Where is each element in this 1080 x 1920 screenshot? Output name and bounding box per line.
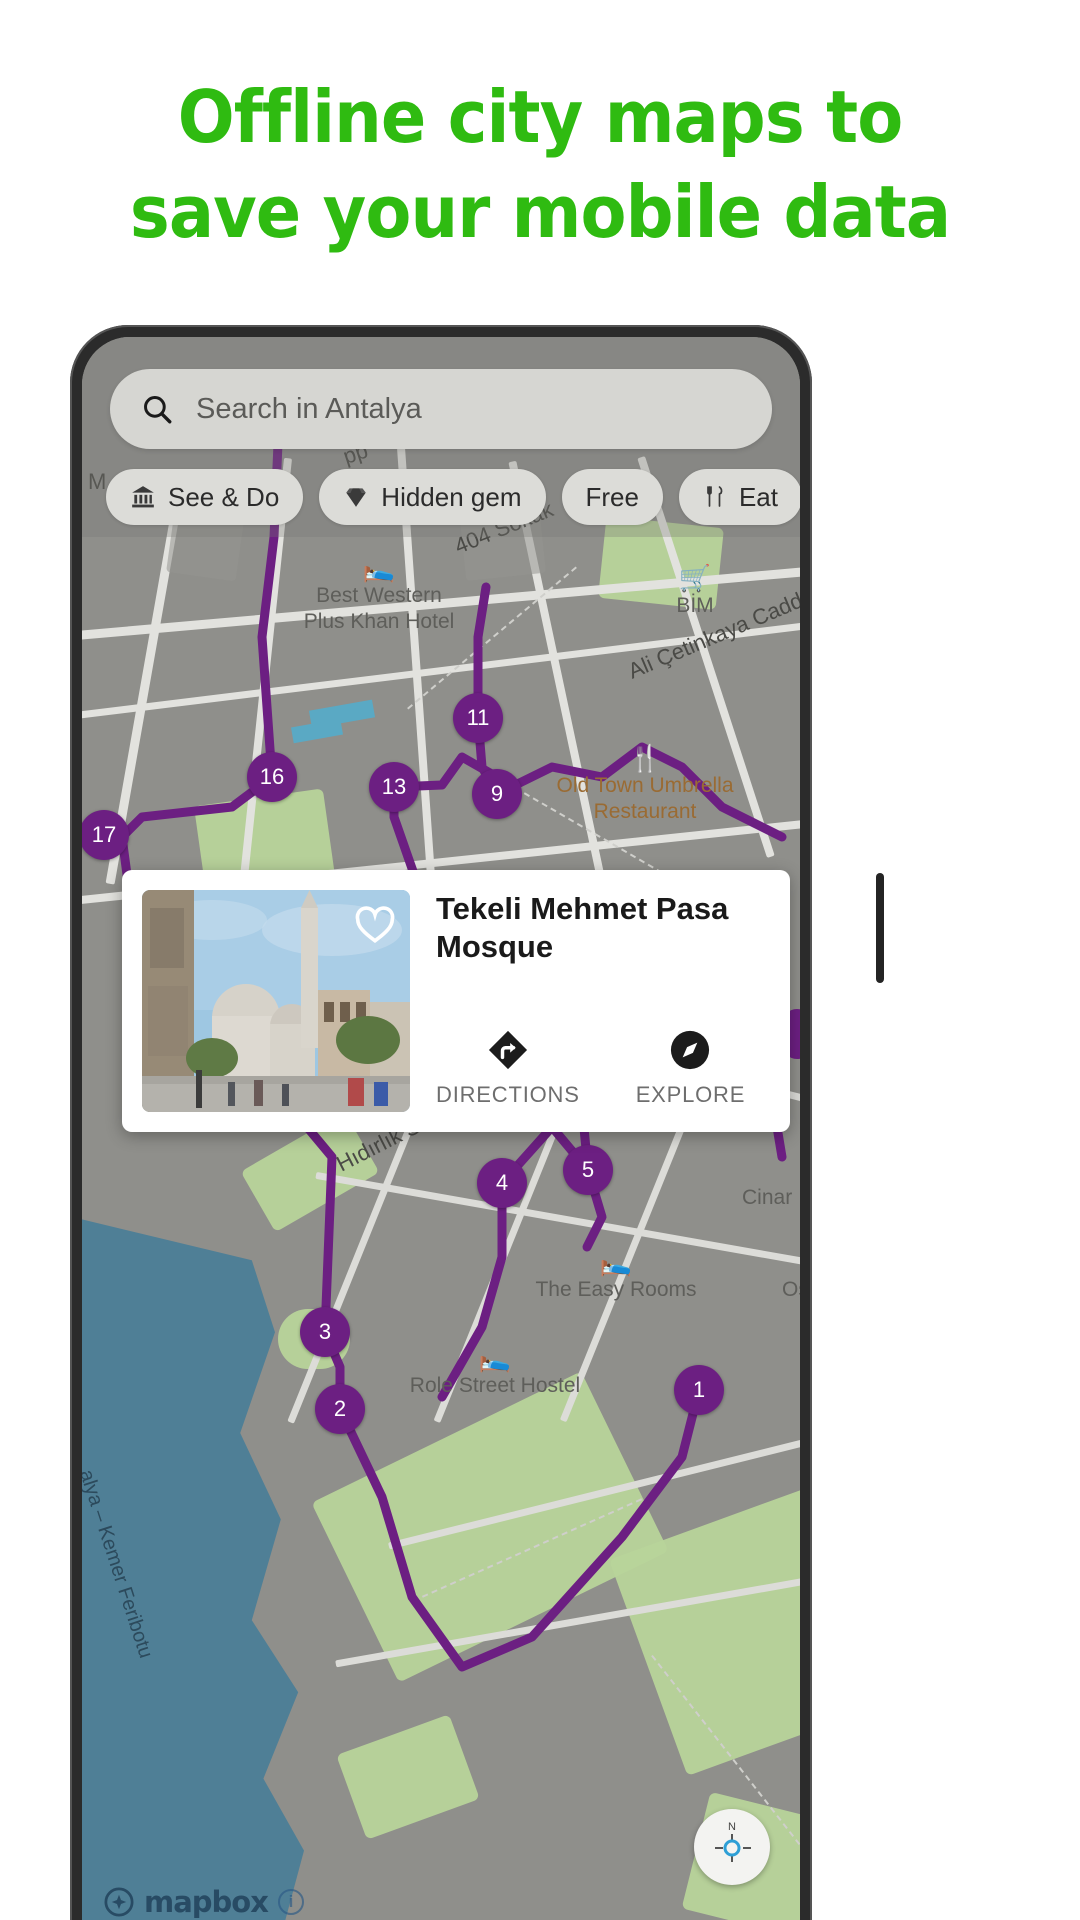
route-marker[interactable]: 3	[300, 1307, 350, 1357]
chip-label: Eat	[738, 481, 778, 512]
poi-the-easy-rooms[interactable]: 🛌 The Easy Rooms	[535, 1249, 696, 1303]
chip-label: See & Do	[168, 481, 280, 512]
route-marker[interactable]: 5	[563, 1145, 613, 1195]
place-info-card[interactable]: Tekeli Mehmet Pasa Mosque DIRECTIONS EXP…	[122, 870, 790, 1132]
mapbox-wordmark: mapbox	[144, 1885, 269, 1919]
poi-label: Old Town Umbrella Restaurant	[556, 774, 734, 823]
mapbox-attribution[interactable]: mapbox i	[104, 1885, 304, 1919]
street-label-m: M	[88, 469, 107, 494]
filter-chip-eat[interactable]: Eat	[678, 469, 800, 525]
hotel-icon: 🛌	[362, 553, 396, 583]
search-input[interactable]: Search in Antalya	[196, 393, 422, 426]
explore-label: EXPLORE	[635, 1082, 746, 1107]
route-marker[interactable]: 11	[453, 693, 503, 743]
poi-cinar[interactable]: Cinar	[742, 1185, 792, 1211]
directions-button[interactable]: DIRECTIONS	[436, 1028, 580, 1108]
search-icon	[144, 396, 172, 424]
poi-label: The Easy Rooms	[535, 1278, 697, 1301]
park-area	[336, 1714, 480, 1840]
phone-screen: 🛌 Best Western Plus Khan Hotel 🛒 BİM 🍴 Ol…	[82, 337, 800, 1920]
headline-line-1: Offline city maps to	[177, 75, 904, 159]
hotel-icon: 🛌	[599, 1247, 633, 1277]
chip-label: Hidden gem	[381, 481, 522, 512]
power-button[interactable]	[876, 873, 884, 983]
place-title: Tekeli Mehmet Pasa Mosque	[436, 891, 729, 964]
compass-north-icon: N	[715, 1821, 751, 1862]
poi-old-town-umbrella[interactable]: 🍴 Old Town Umbrella Restaurant	[556, 745, 733, 825]
place-photo[interactable]	[142, 890, 410, 1112]
svg-text:N: N	[728, 1821, 736, 1833]
filter-chip-free[interactable]: Free	[561, 469, 663, 525]
chip-label: Free	[585, 481, 639, 512]
route-marker[interactable]: 16	[247, 752, 297, 802]
directions-label: DIRECTIONS	[436, 1082, 580, 1107]
route-marker[interactable]: 1	[674, 1365, 724, 1415]
grocery-cart-icon: 🛒	[678, 563, 712, 593]
restaurant-icon	[707, 486, 723, 507]
headline-line-2: save your mobile data	[129, 170, 951, 254]
poi-bim[interactable]: 🛒 BİM	[676, 565, 713, 619]
card-actions: DIRECTIONS EXPLORE	[436, 1028, 745, 1108]
route-marker[interactable]: 13	[369, 762, 419, 812]
favorite-heart-icon[interactable]	[352, 902, 398, 948]
route-marker[interactable]: 4	[477, 1158, 527, 1208]
museum-icon	[132, 486, 154, 508]
poi-oscar-b[interactable]: 🛌 Oscar B	[782, 1249, 800, 1303]
hotel-icon: 🛌	[782, 1249, 800, 1275]
directions-sign-icon	[488, 1030, 527, 1070]
info-icon[interactable]: i	[277, 1889, 304, 1915]
poi-label: Cinar	[742, 1186, 793, 1209]
promo-screenshot: Offline city maps to save your mobile da…	[0, 0, 1080, 1920]
restaurant-icon: 🍴	[628, 743, 662, 773]
phone-mockup: 🛌 Best Western Plus Khan Hotel 🛒 BİM 🍴 Ol…	[70, 325, 884, 1920]
poi-role-street-hostel[interactable]: 🛌 Role Street Hostel	[410, 1345, 580, 1399]
hotel-icon: 🛌	[478, 1343, 512, 1373]
page-title: Offline city maps to save your mobile da…	[38, 70, 1042, 260]
route-marker[interactable]: 9	[472, 769, 522, 819]
mapbox-logo-icon	[104, 1887, 134, 1917]
diamond-icon	[346, 488, 367, 507]
poi-label: BİM	[676, 594, 714, 617]
poi-best-western[interactable]: 🛌 Best Western Plus Khan Hotel	[304, 555, 455, 635]
card-body: Tekeli Mehmet Pasa Mosque DIRECTIONS EXP…	[410, 890, 770, 1112]
poi-label: Best Western Plus Khan Hotel	[303, 584, 455, 633]
map-compass-button[interactable]: N	[694, 1809, 770, 1885]
filter-chip-see-and-do[interactable]: See & Do	[106, 469, 304, 525]
route-marker[interactable]: 17	[82, 810, 129, 860]
compass-icon	[671, 1030, 710, 1070]
poi-label: Oscar B	[782, 1278, 800, 1301]
water-strip	[290, 718, 344, 744]
filter-chips: See & Do Hidden gem Free Eat	[106, 469, 800, 525]
explore-button[interactable]: EXPLORE	[636, 1028, 746, 1108]
route-marker[interactable]: 2	[315, 1384, 365, 1434]
search-bar[interactable]: Search in Antalya	[110, 369, 772, 449]
poi-label: Role Street Hostel	[409, 1374, 581, 1397]
filter-chip-hidden-gem[interactable]: Hidden gem	[319, 469, 546, 525]
